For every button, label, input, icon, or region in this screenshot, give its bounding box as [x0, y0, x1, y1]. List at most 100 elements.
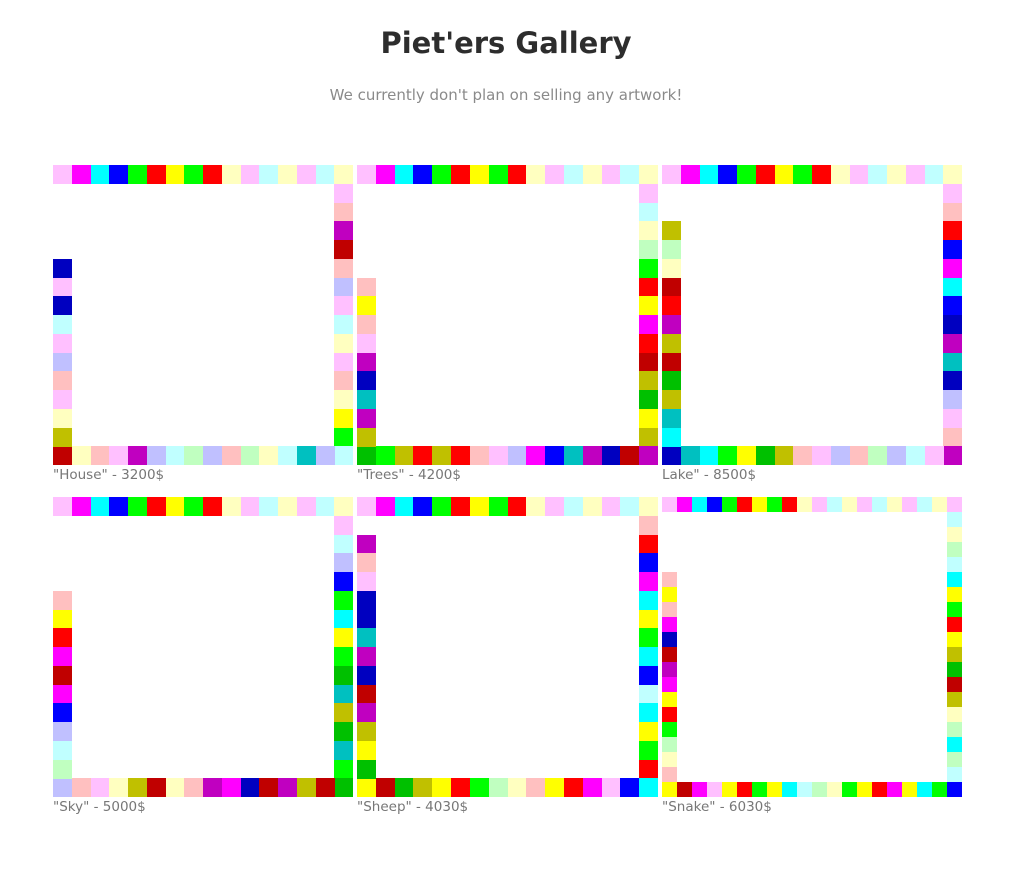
codel-right	[947, 572, 962, 587]
codel-top	[737, 165, 756, 184]
codel-bottom	[184, 778, 204, 798]
artwork-sheep[interactable]	[357, 497, 659, 798]
codel-top	[767, 497, 782, 512]
codel-right	[334, 390, 354, 409]
codel-left	[53, 390, 72, 409]
codel-top	[315, 497, 335, 516]
codel-bottom	[812, 446, 831, 466]
codel-right	[334, 333, 354, 353]
codel-top	[488, 497, 508, 516]
codel-right	[943, 277, 963, 297]
codel-top	[296, 165, 316, 184]
codel-top	[699, 165, 719, 184]
codel-right	[943, 240, 963, 259]
codel-top	[296, 497, 316, 516]
codel-left	[357, 740, 376, 760]
codel-bottom	[737, 782, 752, 797]
codel-top	[827, 497, 842, 512]
codel-right	[334, 315, 354, 334]
codel-bottom	[394, 446, 414, 466]
codel-bottom	[146, 778, 166, 798]
codel-left	[662, 277, 681, 297]
codel-bottom	[545, 446, 565, 466]
codel-right	[943, 333, 963, 353]
codel-right	[334, 647, 354, 666]
artwork-house[interactable]	[53, 165, 354, 466]
codel-top	[620, 165, 640, 184]
codel-top	[278, 165, 297, 184]
codel-top	[394, 497, 414, 516]
codel-top	[868, 165, 888, 184]
codel-bottom	[109, 778, 129, 798]
codel-top	[849, 165, 869, 184]
codel-bottom	[620, 446, 640, 466]
artwork-lake[interactable]	[662, 165, 963, 466]
codel-bottom	[128, 778, 147, 798]
codel-left	[53, 647, 72, 666]
codel-bottom	[259, 446, 279, 466]
codel-bottom	[432, 446, 452, 466]
codel-top	[563, 165, 583, 184]
codel-top	[221, 165, 241, 184]
codel-bottom	[662, 782, 677, 797]
codel-left	[357, 534, 376, 554]
codel-bottom	[375, 778, 395, 798]
codel-bottom	[680, 446, 700, 466]
codel-bottom	[842, 782, 857, 797]
codel-right	[334, 446, 354, 466]
codel-right	[947, 527, 962, 542]
codel-right	[947, 617, 962, 632]
codel-top	[184, 165, 204, 184]
codel-right	[334, 515, 354, 535]
codel-left	[357, 553, 376, 573]
codel-bottom	[203, 446, 222, 466]
codel-left	[662, 617, 677, 632]
artwork-sky[interactable]	[53, 497, 354, 798]
codel-right	[639, 572, 659, 591]
codel-left	[357, 665, 376, 685]
codel-top	[680, 165, 700, 184]
codel-right	[334, 684, 354, 704]
codel-top	[413, 165, 433, 184]
artwork-trees[interactable]	[357, 165, 659, 466]
codel-top	[128, 497, 147, 516]
codel-top	[315, 165, 335, 184]
artwork-snake[interactable]	[662, 497, 962, 797]
codel-left	[662, 677, 677, 692]
page-subtitle: We currently don't plan on selling any a…	[329, 86, 683, 104]
codel-left	[662, 737, 677, 752]
codel-left	[662, 572, 677, 587]
codel-bottom	[563, 778, 583, 798]
codel-right	[334, 240, 354, 259]
codel-top	[221, 497, 241, 516]
codel-bottom	[507, 446, 527, 466]
codel-top	[752, 497, 767, 512]
codel-right	[639, 371, 659, 391]
codel-bottom	[432, 778, 452, 798]
codel-left	[357, 590, 376, 610]
codel-right	[639, 740, 659, 760]
codel-bottom	[278, 778, 297, 798]
codel-top	[71, 497, 91, 516]
codel-top	[782, 497, 797, 512]
codel-top	[394, 165, 414, 184]
codel-top	[662, 497, 677, 512]
codel-left	[357, 427, 376, 447]
codel-right	[334, 296, 354, 316]
codel-top	[259, 165, 279, 184]
codel-top	[203, 497, 222, 516]
codel-top	[902, 497, 917, 512]
codel-bottom	[868, 446, 888, 466]
codel-bottom	[53, 778, 72, 798]
codel-top	[722, 497, 737, 512]
codel-top	[469, 497, 489, 516]
codel-top	[451, 497, 471, 516]
codel-right	[947, 662, 962, 677]
codel-bottom	[752, 782, 767, 797]
codel-left	[357, 684, 376, 704]
codel-right	[334, 778, 354, 798]
codel-right	[947, 692, 962, 707]
codel-right	[947, 632, 962, 647]
codel-top	[90, 497, 110, 516]
codel-right	[639, 333, 659, 353]
